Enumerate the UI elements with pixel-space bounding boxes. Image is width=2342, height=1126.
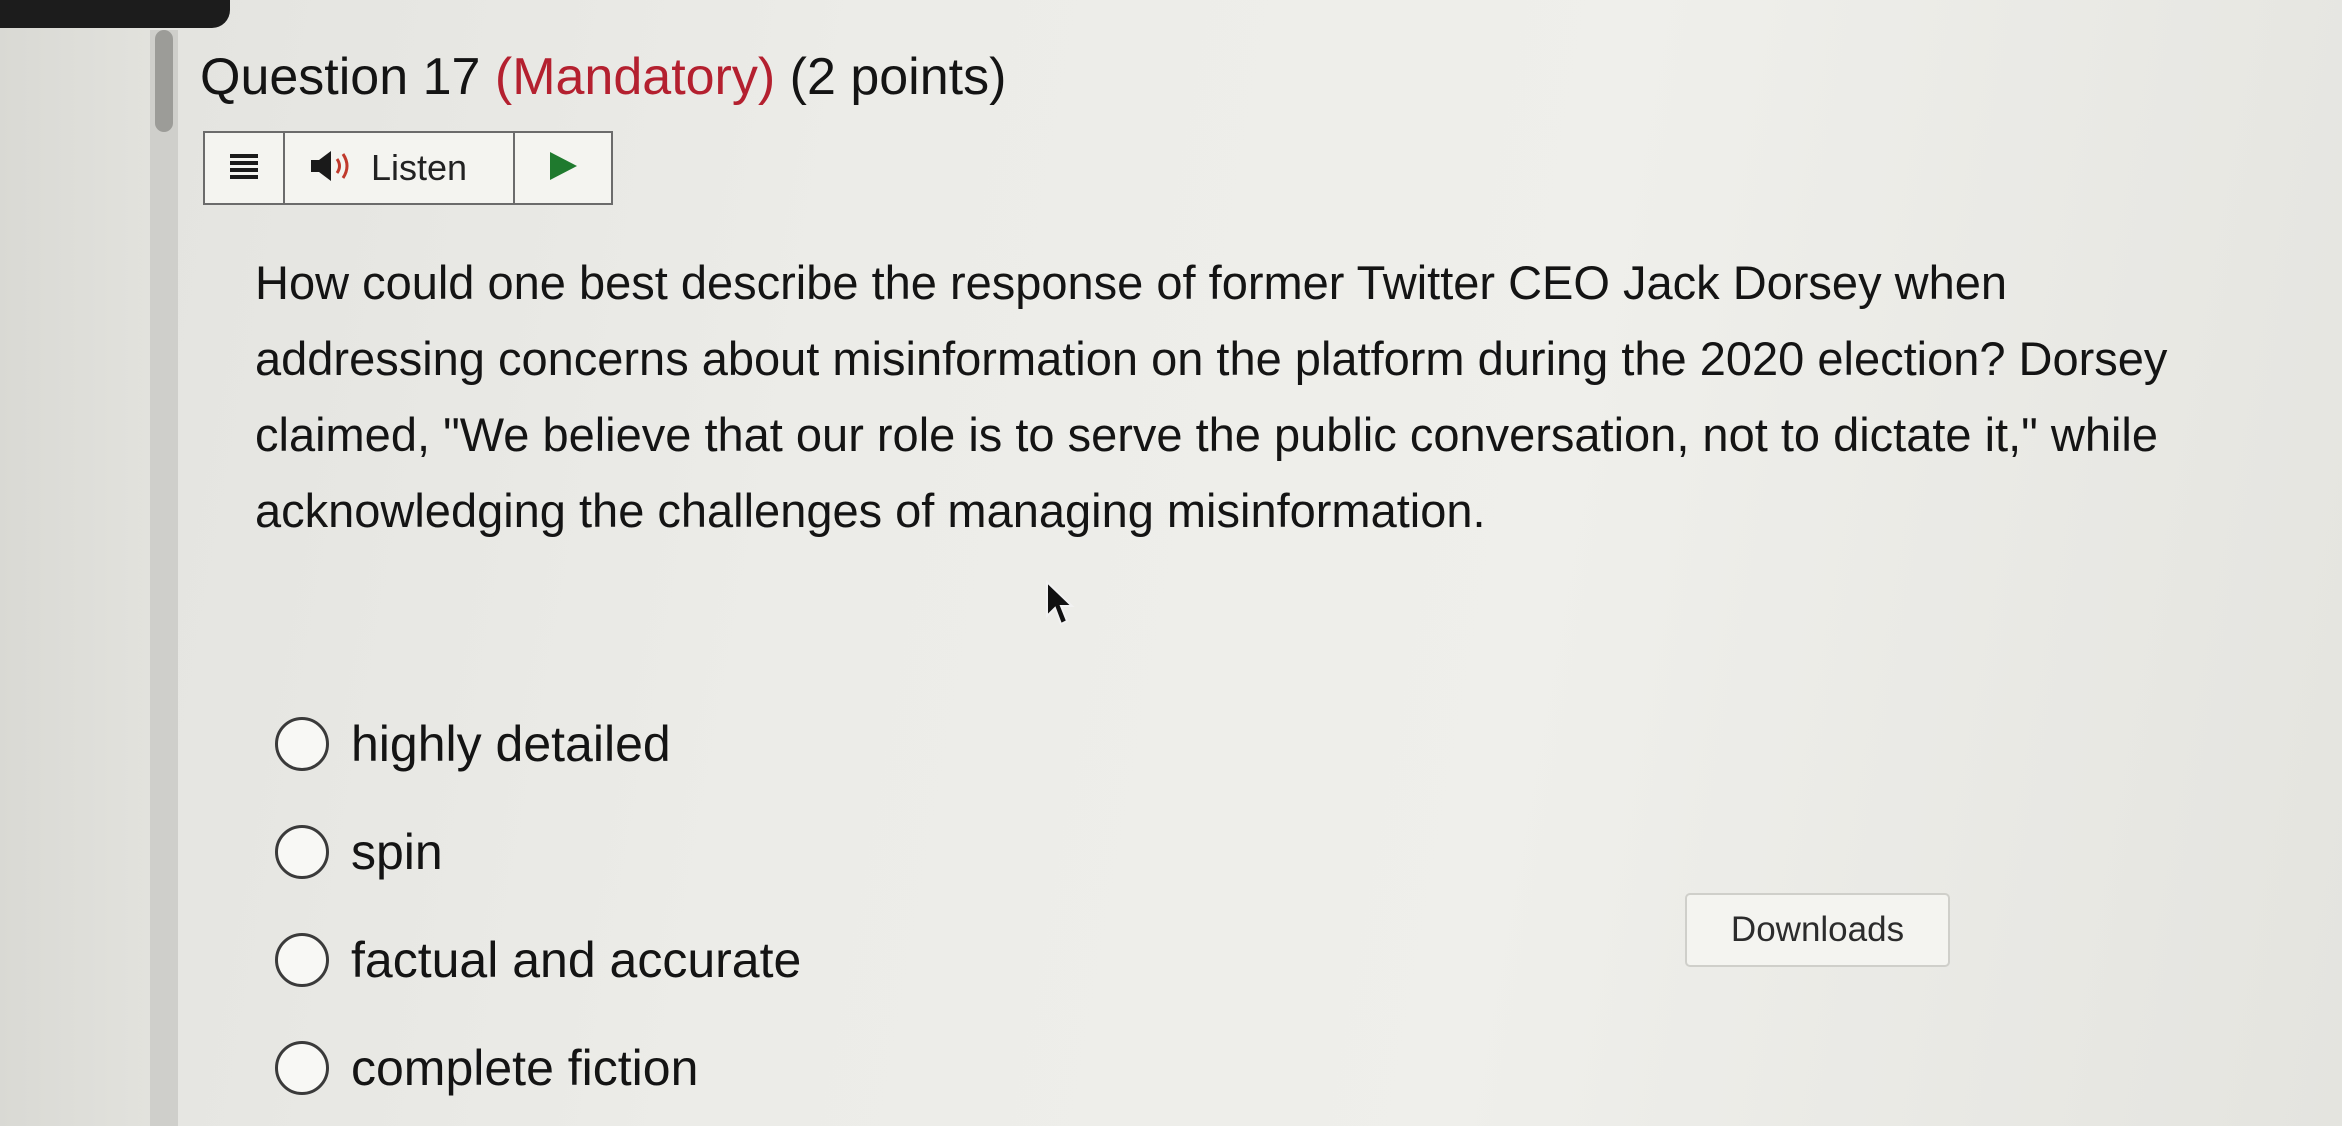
left-margin [0,28,150,1126]
radio-button[interactable] [275,825,329,879]
radio-button[interactable] [275,1041,329,1095]
listen-label: Listen [371,147,468,188]
scrollbar-thumb[interactable] [155,30,173,132]
answer-options: highly detailed spin factual and accurat… [275,690,801,1122]
mandatory-label: (Mandatory) [494,48,776,106]
mouse-cursor-icon [1046,580,1075,626]
answer-option-label[interactable]: spin [351,823,443,881]
browser-top-edge [0,0,230,28]
answer-option[interactable]: highly detailed [275,690,801,798]
play-button[interactable] [515,133,611,203]
scrollbar-track[interactable] [150,30,178,1126]
downloads-button[interactable]: Downloads [1685,893,1950,967]
answer-option[interactable]: spin [275,798,801,906]
answer-option-label[interactable]: complete fiction [351,1039,698,1097]
points-label: (2 points) [775,48,1007,106]
play-icon [546,149,580,188]
read-aloud-menu-button[interactable] [205,133,285,203]
answer-option-label[interactable]: highly detailed [351,715,671,773]
answer-option-label[interactable]: factual and accurate [351,931,801,989]
hamburger-menu-icon [229,151,259,186]
question-text: How could one best describe the response… [255,256,2168,537]
speaker-icon [309,148,357,189]
question-number: Question 17 [200,48,495,106]
question-title: Question 17 (Mandatory) (2 points) [200,42,1006,112]
read-aloud-toolbar: Listen [203,131,613,205]
answer-option[interactable]: factual and accurate [275,906,801,1014]
radio-button[interactable] [275,933,329,987]
listen-button[interactable]: Listen [285,133,515,203]
answer-option[interactable]: complete fiction [275,1014,801,1122]
radio-button[interactable] [275,717,329,771]
